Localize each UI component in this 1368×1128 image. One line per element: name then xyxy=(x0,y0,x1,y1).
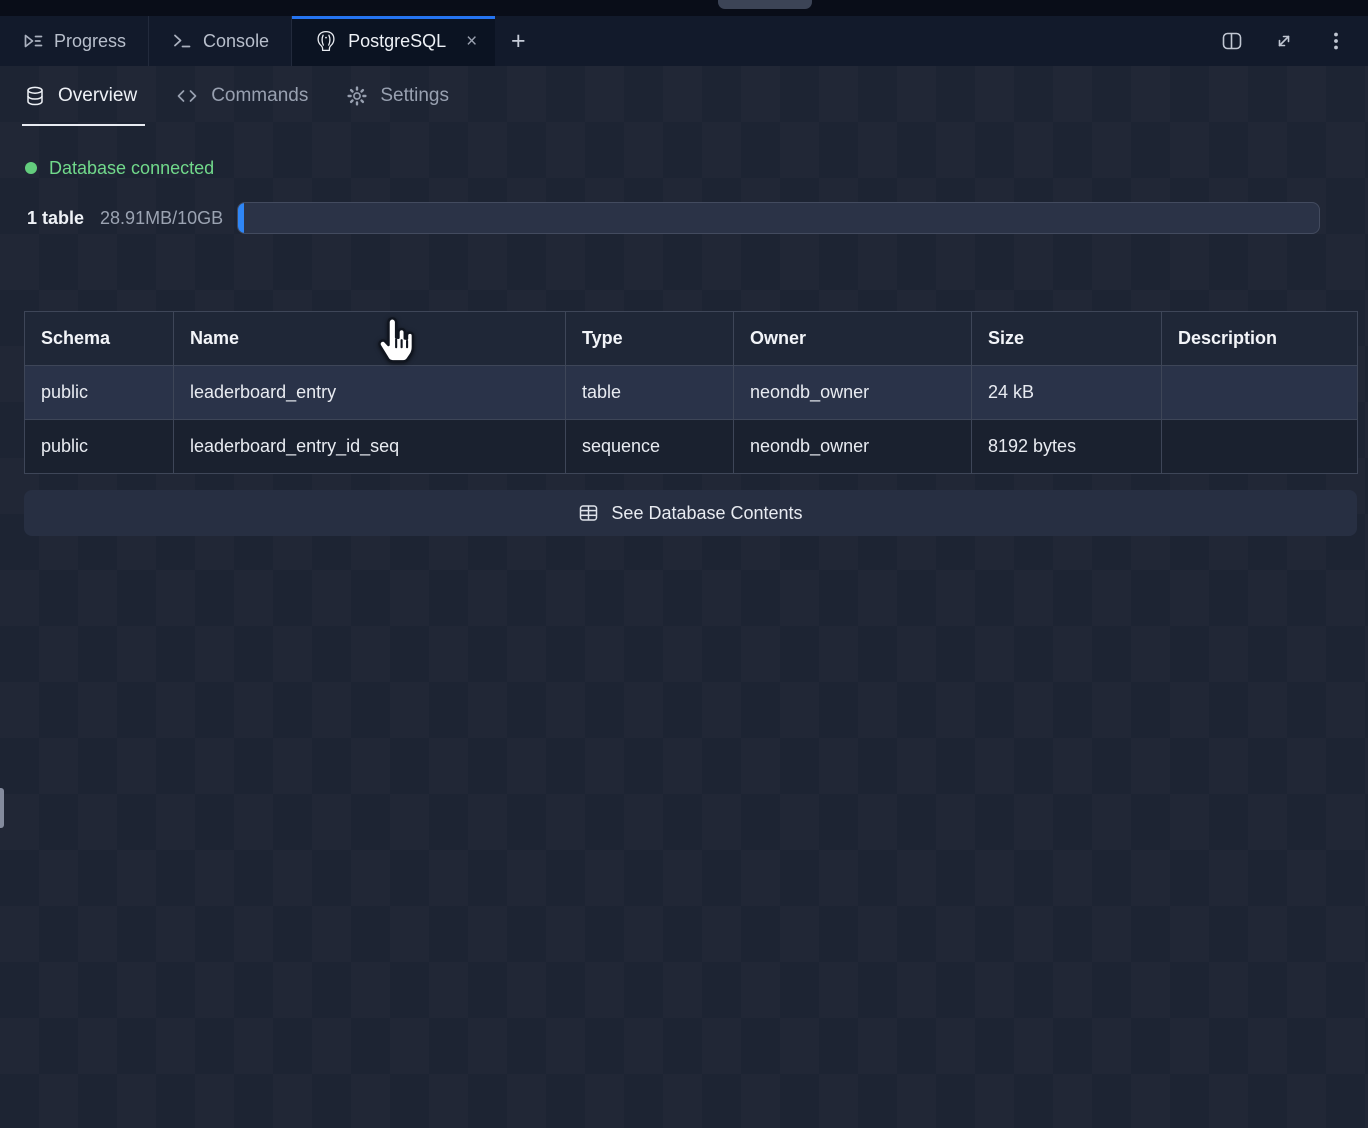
database-objects-table: Schema Name Type Owner Size Description … xyxy=(24,311,1358,474)
connection-status: Database connected xyxy=(0,156,1368,180)
cell-name[interactable]: leaderboard_entry xyxy=(174,366,566,420)
cell-owner: neondb_owner xyxy=(734,420,972,474)
table-header-row: Schema Name Type Owner Size Description xyxy=(25,312,1358,366)
see-database-contents-label: See Database Contents xyxy=(611,503,802,524)
cell-schema: public xyxy=(25,366,174,420)
close-tab-icon[interactable]: × xyxy=(462,30,481,53)
cell-name[interactable]: leaderboard_entry_id_seq xyxy=(174,420,566,474)
tab-console-label: Console xyxy=(203,31,269,52)
postgresql-pane: Overview Commands xyxy=(0,66,1368,1128)
gear-icon xyxy=(346,85,368,107)
column-header-type: Type xyxy=(566,312,734,366)
panel-resize-handle[interactable] xyxy=(0,788,4,828)
cell-type: table xyxy=(566,366,734,420)
column-header-name: Name xyxy=(174,312,566,366)
cell-schema: public xyxy=(25,420,174,474)
tab-console[interactable]: Console xyxy=(149,16,292,66)
progress-icon xyxy=(22,30,44,52)
pane-subnav: Overview Commands xyxy=(0,66,1368,126)
more-options-icon[interactable] xyxy=(1322,27,1350,55)
cell-description xyxy=(1162,420,1358,474)
window-top-strip xyxy=(0,0,1368,16)
split-panel-icon[interactable] xyxy=(1218,27,1246,55)
expand-icon[interactable] xyxy=(1270,27,1298,55)
storage-usage: 28.91MB/10GB xyxy=(100,208,223,229)
tab-commands-label: Commands xyxy=(211,85,308,107)
cell-description xyxy=(1162,366,1358,420)
table-count: 1 table xyxy=(27,208,84,229)
tab-postgresql-label: PostgreSQL xyxy=(348,31,446,52)
table-row[interactable]: public leaderboard_entry_id_seq sequence… xyxy=(25,420,1358,474)
storage-progress-bar xyxy=(237,202,1320,234)
tab-overview[interactable]: Overview xyxy=(24,66,137,126)
cell-type: sequence xyxy=(566,420,734,474)
console-icon xyxy=(171,30,193,52)
tab-settings[interactable]: Settings xyxy=(346,66,449,126)
tab-postgresql[interactable]: PostgreSQL × xyxy=(292,16,495,66)
column-header-owner: Owner xyxy=(734,312,972,366)
table-grid-icon xyxy=(578,503,599,523)
tab-overview-label: Overview xyxy=(58,85,137,107)
tab-commands[interactable]: Commands xyxy=(175,66,308,126)
status-text: Database connected xyxy=(49,158,214,179)
tab-progress[interactable]: Progress xyxy=(0,16,149,66)
postgresql-icon xyxy=(314,29,338,53)
column-header-size: Size xyxy=(972,312,1162,366)
storage-summary: 1 table 28.91MB/10GB xyxy=(0,202,1368,234)
pane-actions xyxy=(1218,16,1368,66)
pane-tab-bar: Progress Console PostgreSQL × + xyxy=(0,16,1368,66)
tab-progress-label: Progress xyxy=(54,31,126,52)
cell-size: 24 kB xyxy=(972,366,1162,420)
floating-toolbar-fragment xyxy=(718,0,812,9)
cell-size: 8192 bytes xyxy=(972,420,1162,474)
tab-settings-label: Settings xyxy=(380,85,449,107)
new-tab-button[interactable]: + xyxy=(495,16,541,66)
storage-progress-fill xyxy=(238,203,244,233)
code-icon xyxy=(175,85,199,107)
database-icon xyxy=(24,85,46,107)
see-database-contents-button[interactable]: See Database Contents xyxy=(24,490,1357,536)
column-header-description: Description xyxy=(1162,312,1358,366)
column-header-schema: Schema xyxy=(25,312,174,366)
cell-owner: neondb_owner xyxy=(734,366,972,420)
table-row[interactable]: public leaderboard_entry table neondb_ow… xyxy=(25,366,1358,420)
status-dot-icon xyxy=(25,162,37,174)
